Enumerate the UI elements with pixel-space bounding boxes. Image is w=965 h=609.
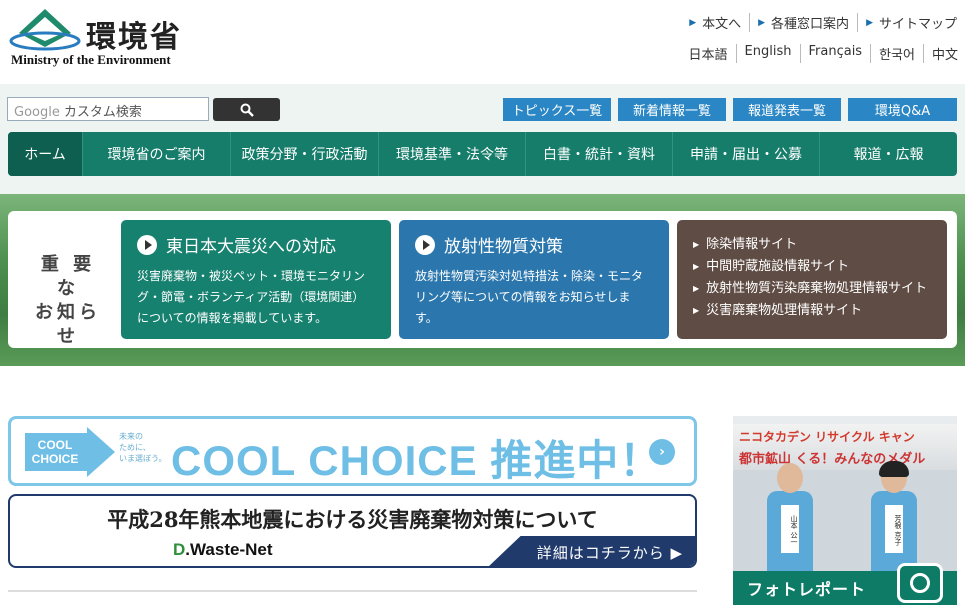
logo-kanji-text: 環境省: [86, 20, 182, 55]
section-divider: [8, 590, 697, 592]
lang-japanese[interactable]: 日本語: [681, 44, 737, 63]
related-sites-card: ▶ 除染情報サイト ▶ 中間貯蔵施設情報サイト ▶ 放射性物質汚染廃棄物処理情報サイト…: [677, 220, 947, 339]
name-tag-left: 山本 公一: [781, 505, 799, 553]
radioactive-card-desc: 放射性物質汚染対処特措法・除染・モニタリング等についての情報をお知らせします。: [415, 269, 644, 325]
environment-qa-button[interactable]: 環境Q&A: [848, 98, 957, 121]
lang-french[interactable]: Français: [801, 44, 872, 63]
event-person-left: 山本 公一: [755, 461, 825, 571]
radioactive-measures-card[interactable]: 放射性物質対策 放射性物質汚染対処特措法・除染・モニタリング等についての情報をお…: [399, 220, 669, 339]
triangle-right-icon: ▶: [758, 17, 766, 28]
cool-choice-headline: COOL CHOICE 推進中！: [171, 437, 663, 484]
site-logo[interactable]: 環境省 Ministry of the Environment: [9, 7, 184, 69]
google-label: Google: [14, 105, 60, 120]
nav-policy[interactable]: 政策分野・行政活動: [231, 132, 379, 176]
kumamoto-disaster-waste-banner[interactable]: 平成28年熊本地震における災害廃棄物対策について D.Waste-Net 詳細は…: [8, 494, 697, 568]
press-release-list-button[interactable]: 報道発表一覧: [733, 98, 841, 121]
event-person-right: 芳根 京子: [859, 461, 929, 571]
disaster-waste-site-link[interactable]: ▶ 災害廃棄物処理情報サイト: [693, 300, 931, 322]
ministry-logo-icon: [9, 9, 81, 51]
chevron-right-icon: ›: [649, 439, 675, 465]
lang-chinese[interactable]: 中文: [924, 44, 958, 63]
nav-standards-laws[interactable]: 環境基準・法令等: [379, 132, 526, 176]
lang-english[interactable]: English: [737, 44, 801, 63]
radioactive-card-title: 放射性物質対策: [444, 237, 563, 257]
search-input[interactable]: Google カスタム検索: [7, 97, 209, 121]
search-placeholder: カスタム検索: [63, 105, 142, 120]
utility-links: ▶ 本文へ ▶ 各種窓口案内 ▶ サイトマップ: [681, 13, 957, 32]
svg-text:COOL: COOL: [38, 438, 73, 452]
name-tag-right: 芳根 京子: [885, 505, 903, 553]
skip-to-content-link[interactable]: ▶ 本文へ: [681, 13, 751, 32]
nav-applications[interactable]: 申請・届出・公募: [673, 132, 820, 176]
contaminated-waste-site-link[interactable]: ▶ 放射性物質汚染廃棄物処理情報サイト: [693, 278, 931, 300]
camera-icon: [897, 563, 943, 603]
global-nav: ホーム 環境省のご案内 政策分野・行政活動 環境基準・法令等 白書・統計・資料 …: [8, 132, 957, 176]
cool-choice-subtext: 未来の ために、 いま選ぼう。: [119, 432, 167, 463]
search-button[interactable]: [213, 98, 280, 121]
cool-choice-banner[interactable]: COOL CHOICE 未来の ために、 いま選ぼう。 COOL CHOICE …: [8, 416, 697, 486]
nav-press[interactable]: 報道・広報: [820, 132, 957, 176]
play-circle-icon: [137, 234, 157, 255]
language-switcher: 日本語 English Français 한국어 中文: [681, 44, 958, 63]
cool-choice-arrow-icon: COOL CHOICE: [25, 427, 115, 477]
triangle-right-icon: ▶: [693, 240, 700, 249]
earthquake-response-card[interactable]: 東日本大震災への対応 災害廃棄物・被災ペット・環境モニタリング・節電・ボランティ…: [121, 220, 391, 339]
earthquake-card-title: 東日本大震災への対応: [166, 237, 336, 257]
interim-storage-site-link[interactable]: ▶ 中間貯蔵施設情報サイト: [693, 256, 931, 278]
search-icon: [240, 103, 254, 117]
waste-banner-title: 平成28年熊本地震における災害廃棄物対策について: [107, 507, 598, 532]
triangle-right-icon: ▶: [693, 306, 700, 315]
new-info-list-button[interactable]: 新着情報一覧: [618, 98, 726, 121]
earthquake-card-desc: 災害廃棄物・被災ペット・環境モニタリング・節電・ボランティア活動（環境関連）につ…: [137, 269, 366, 325]
triangle-right-icon: ▶: [693, 262, 700, 271]
nav-about-ministry[interactable]: 環境省のご案内: [83, 132, 231, 176]
important-notices-label: 重 要 な お知らせ: [35, 254, 101, 347]
triangle-right-icon: ▶: [689, 17, 697, 28]
details-here-button[interactable]: 詳細はコチラから ▶: [487, 536, 695, 566]
lang-korean[interactable]: 한국어: [871, 44, 924, 63]
contact-guide-link[interactable]: ▶ 各種窓口案内: [750, 13, 859, 32]
triangle-right-icon: ▶: [866, 17, 873, 28]
nav-white-papers[interactable]: 白書・統計・資料: [526, 132, 673, 176]
dwaste-net-logo: D.Waste-Net: [173, 540, 273, 559]
sitemap-link[interactable]: ▶ サイトマップ: [858, 13, 957, 32]
triangle-right-icon: ▶: [693, 284, 700, 293]
decontamination-site-link[interactable]: ▶ 除染情報サイト: [693, 234, 931, 256]
photo-report-card[interactable]: ニコタカデン リサイクル キャン 都市鉱山 くる！みんなのメダル 山本 公一 芳…: [733, 416, 957, 605]
play-circle-icon: [415, 234, 435, 255]
nav-home[interactable]: ホーム: [8, 132, 83, 176]
svg-text:CHOICE: CHOICE: [32, 452, 79, 466]
topics-list-button[interactable]: トピックス一覧: [503, 98, 611, 121]
logo-english-text: Ministry of the Environment: [11, 52, 171, 67]
